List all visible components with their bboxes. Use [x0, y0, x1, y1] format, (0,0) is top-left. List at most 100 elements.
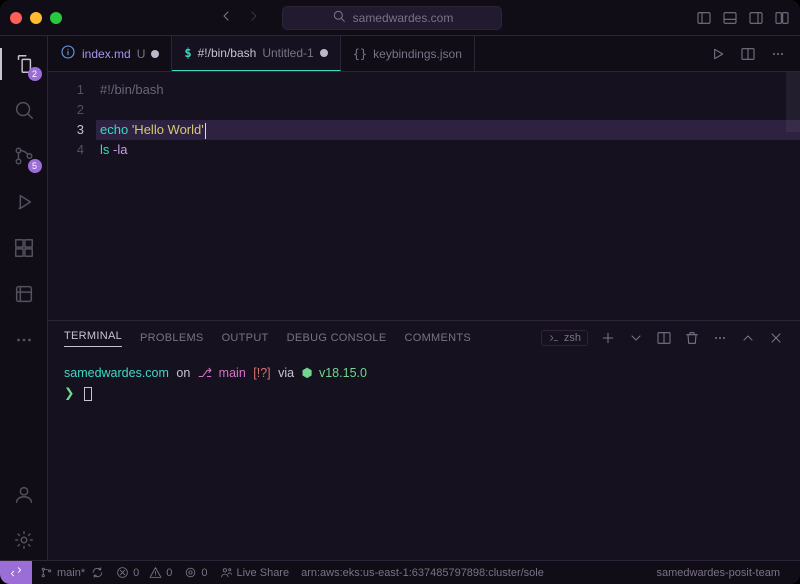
activity-extensions[interactable]	[0, 228, 48, 268]
run-icon[interactable]	[710, 46, 726, 62]
tab-label: Untitled-1	[262, 46, 313, 60]
activity-bar: 2 5	[0, 36, 48, 560]
more-actions-icon[interactable]	[770, 46, 786, 62]
prompt-via: via	[278, 366, 294, 380]
search-icon	[331, 8, 347, 27]
activity-scm[interactable]: 5	[0, 136, 48, 176]
editor-actions	[696, 36, 800, 71]
terminal-cursor	[84, 387, 92, 401]
panel-left-icon[interactable]	[696, 10, 712, 26]
app-window: samedwardes.com 2 5	[0, 0, 800, 584]
tab-label: index.md	[82, 47, 131, 61]
dollar-icon: $	[184, 46, 191, 60]
layout-icon[interactable]	[774, 10, 790, 26]
status-branch[interactable]: main*	[40, 566, 104, 579]
prompt-node: v18.15.0	[319, 366, 367, 380]
split-editor-icon[interactable]	[740, 46, 756, 62]
tab-label: keybindings.json	[373, 47, 462, 61]
tab-untitled-bash[interactable]: $ #!/bin/bash Untitled-1	[172, 36, 340, 71]
tab-dirty-dot	[151, 50, 159, 58]
terminal-input-line: ❯	[64, 383, 784, 403]
bottom-panel: TERMINAL PROBLEMS OUTPUT DEBUG CONSOLE C…	[48, 320, 800, 560]
panel-actions: zsh	[541, 330, 784, 346]
prompt-flags: [!?]	[253, 366, 270, 380]
code-line[interactable]: ls -la	[96, 140, 800, 160]
address-text: samedwardes.com	[353, 11, 454, 25]
status-liveshare-label: Live Share	[237, 567, 290, 579]
activity-more[interactable]	[0, 320, 48, 360]
panel-tab-problems[interactable]: PROBLEMS	[140, 332, 204, 344]
nav-forward-icon[interactable]	[246, 8, 262, 27]
activity-search[interactable]	[0, 90, 48, 130]
terminal-prompt-line: samedwardes.com on ⎇ main [!?] via ⬢ v18…	[64, 363, 784, 383]
status-branch-label: main*	[57, 567, 85, 579]
panel-tab-output[interactable]: OUTPUT	[222, 332, 269, 344]
tab-dirty-dot	[320, 49, 328, 57]
trash-icon[interactable]	[684, 330, 700, 346]
tab-prefix: #!/bin/bash	[198, 46, 257, 60]
status-problems[interactable]: 0 0	[116, 566, 172, 579]
activity-debug[interactable]	[0, 182, 48, 222]
titlebar-right	[696, 10, 790, 26]
node-icon: ⬢	[302, 366, 313, 380]
minimize-window[interactable]	[30, 12, 42, 24]
panel-tab-debug[interactable]: DEBUG CONSOLE	[287, 332, 387, 344]
code-editor[interactable]: 1234 #!/bin/bash echo 'Hello World'ls -la	[48, 72, 800, 320]
split-terminal-icon[interactable]	[656, 330, 672, 346]
titlebar: samedwardes.com	[0, 0, 800, 36]
maximize-panel-icon[interactable]	[740, 330, 756, 346]
activity-account[interactable]	[0, 474, 48, 514]
code-line[interactable]	[96, 100, 800, 120]
more-icon[interactable]	[712, 330, 728, 346]
code-line[interactable]: echo 'Hello World'	[96, 120, 800, 140]
nav-back-icon[interactable]	[218, 8, 234, 27]
editor-cursor	[205, 123, 206, 139]
scm-badge: 5	[28, 159, 42, 173]
status-liveshare[interactable]: Live Share	[220, 566, 290, 579]
new-terminal-icon[interactable]	[600, 330, 616, 346]
editor-column: index.md U $ #!/bin/bash Untitled-1 {} k…	[48, 36, 800, 560]
close-window[interactable]	[10, 12, 22, 24]
activity-settings[interactable]	[0, 520, 48, 560]
tab-modifier: U	[137, 47, 146, 61]
panel-bottom-icon[interactable]	[722, 10, 738, 26]
panel-right-icon[interactable]	[748, 10, 764, 26]
line-gutter: 1234	[48, 72, 96, 320]
minimap[interactable]	[786, 72, 800, 132]
panel-tabs: TERMINAL PROBLEMS OUTPUT DEBUG CONSOLE C…	[48, 321, 800, 355]
status-context2[interactable]: samedwardes-posit-team	[657, 567, 781, 579]
activity-library[interactable]	[0, 274, 48, 314]
remote-indicator[interactable]	[0, 561, 32, 584]
panel-tab-terminal[interactable]: TERMINAL	[64, 330, 122, 347]
prompt-branch: main	[219, 366, 246, 380]
command-center[interactable]: samedwardes.com	[282, 6, 502, 30]
braces-icon: {}	[353, 47, 367, 61]
code-line[interactable]: #!/bin/bash	[96, 80, 800, 100]
status-ports-count: 0	[201, 567, 207, 579]
prompt-sign: ❯	[64, 386, 74, 400]
tab-keybindings[interactable]: {} keybindings.json	[341, 36, 475, 71]
maximize-window[interactable]	[50, 12, 62, 24]
git-branch-icon: ⎇	[198, 366, 212, 380]
prompt-on: on	[176, 366, 190, 380]
panel-tab-comments[interactable]: COMMENTS	[404, 332, 471, 344]
chevron-down-icon[interactable]	[628, 330, 644, 346]
code-body[interactable]: #!/bin/bash echo 'Hello World'ls -la	[96, 72, 800, 320]
status-bar: main* 0 0 0 Live Share arn:aws:eks:us-ea…	[0, 560, 800, 584]
status-ports[interactable]: 0	[184, 566, 207, 579]
shell-name: zsh	[564, 332, 581, 344]
activity-explorer[interactable]: 2	[0, 44, 48, 84]
nav-arrows	[218, 8, 262, 27]
explorer-badge: 2	[28, 67, 42, 81]
prompt-host: samedwardes.com	[64, 366, 169, 380]
status-errors: 0	[133, 567, 139, 579]
main-area: 2 5	[0, 36, 800, 560]
status-warnings: 0	[166, 567, 172, 579]
tab-index-md[interactable]: index.md U	[48, 36, 172, 71]
close-panel-icon[interactable]	[768, 330, 784, 346]
info-icon	[60, 44, 76, 63]
shell-selector[interactable]: zsh	[541, 330, 588, 346]
terminal-body[interactable]: samedwardes.com on ⎇ main [!?] via ⬢ v18…	[48, 355, 800, 560]
status-context[interactable]: arn:aws:eks:us-east-1:637485797898:clust…	[301, 567, 648, 579]
editor-tabs: index.md U $ #!/bin/bash Untitled-1 {} k…	[48, 36, 800, 72]
